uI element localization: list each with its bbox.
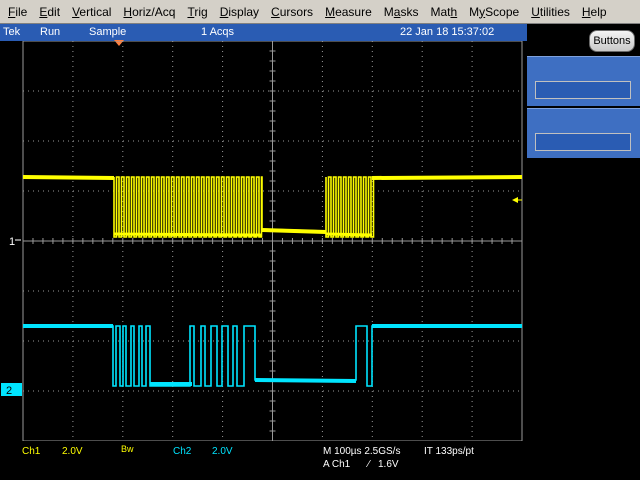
ch2-scale[interactable]: 2.0V: [212, 446, 233, 457]
run-state[interactable]: Run: [40, 26, 60, 38]
side-panel-top-field[interactable]: [535, 81, 631, 99]
menu-edit[interactable]: Edit: [33, 0, 66, 24]
menu-file[interactable]: File: [2, 0, 33, 24]
menu-utilities[interactable]: Utilities: [525, 0, 576, 24]
bandwidth-limit-badge: Bw: [121, 444, 134, 454]
menu-cursors[interactable]: Cursors: [265, 0, 319, 24]
side-panel-bottom-field[interactable]: [535, 133, 631, 151]
waveform-display[interactable]: 12: [0, 41, 527, 441]
ch2-marker[interactable]: 2: [6, 385, 12, 397]
menu-display[interactable]: Display: [214, 0, 265, 24]
menu-myscope[interactable]: MyScope: [463, 0, 525, 24]
side-panel-top[interactable]: [527, 56, 640, 106]
menu-trig[interactable]: Trig: [181, 0, 213, 24]
menu-horiz-acq[interactable]: Horiz/Acq: [117, 0, 181, 24]
buttons-button[interactable]: Buttons: [589, 30, 635, 52]
menu-math[interactable]: Math: [424, 0, 463, 24]
menu-measure[interactable]: Measure: [319, 0, 378, 24]
interpolation-readout: IT 133ps/pt: [424, 446, 474, 457]
ch1-label[interactable]: Ch1: [22, 446, 40, 457]
menu-masks[interactable]: Masks: [378, 0, 425, 24]
status-bar: Tek Run Sample 1 Acqs 22 Jan 18 15:37:02: [0, 24, 527, 41]
ch1-marker[interactable]: 1: [9, 236, 15, 248]
timebase-readout[interactable]: M 100µs 2.5GS/s: [323, 446, 400, 457]
acquisition-mode[interactable]: Sample: [89, 26, 126, 38]
brand-label: Tek: [3, 26, 21, 38]
menu-bar: File Edit Vertical Horiz/Acq Trig Display Curs…: [0, 0, 640, 24]
trigger-source[interactable]: A Ch1: [323, 459, 350, 470]
ch1-scale[interactable]: 2.0V: [62, 446, 83, 457]
acquisition-count: 1 Acqs: [201, 26, 235, 38]
menu-vertical[interactable]: Vertical: [66, 0, 117, 24]
trigger-level[interactable]: 1.6V: [378, 459, 399, 470]
trigger-slope-icon: ⁄: [368, 459, 370, 470]
menu-help[interactable]: Help: [576, 0, 613, 24]
readout-bar: Ch1 2.0V Bw Ch2 2.0V M 100µs 2.5GS/s IT …: [0, 441, 527, 480]
date-time: 22 Jan 18 15:37:02: [400, 26, 495, 38]
side-panel-bottom[interactable]: [527, 108, 640, 158]
ch2-label[interactable]: Ch2: [173, 446, 191, 457]
